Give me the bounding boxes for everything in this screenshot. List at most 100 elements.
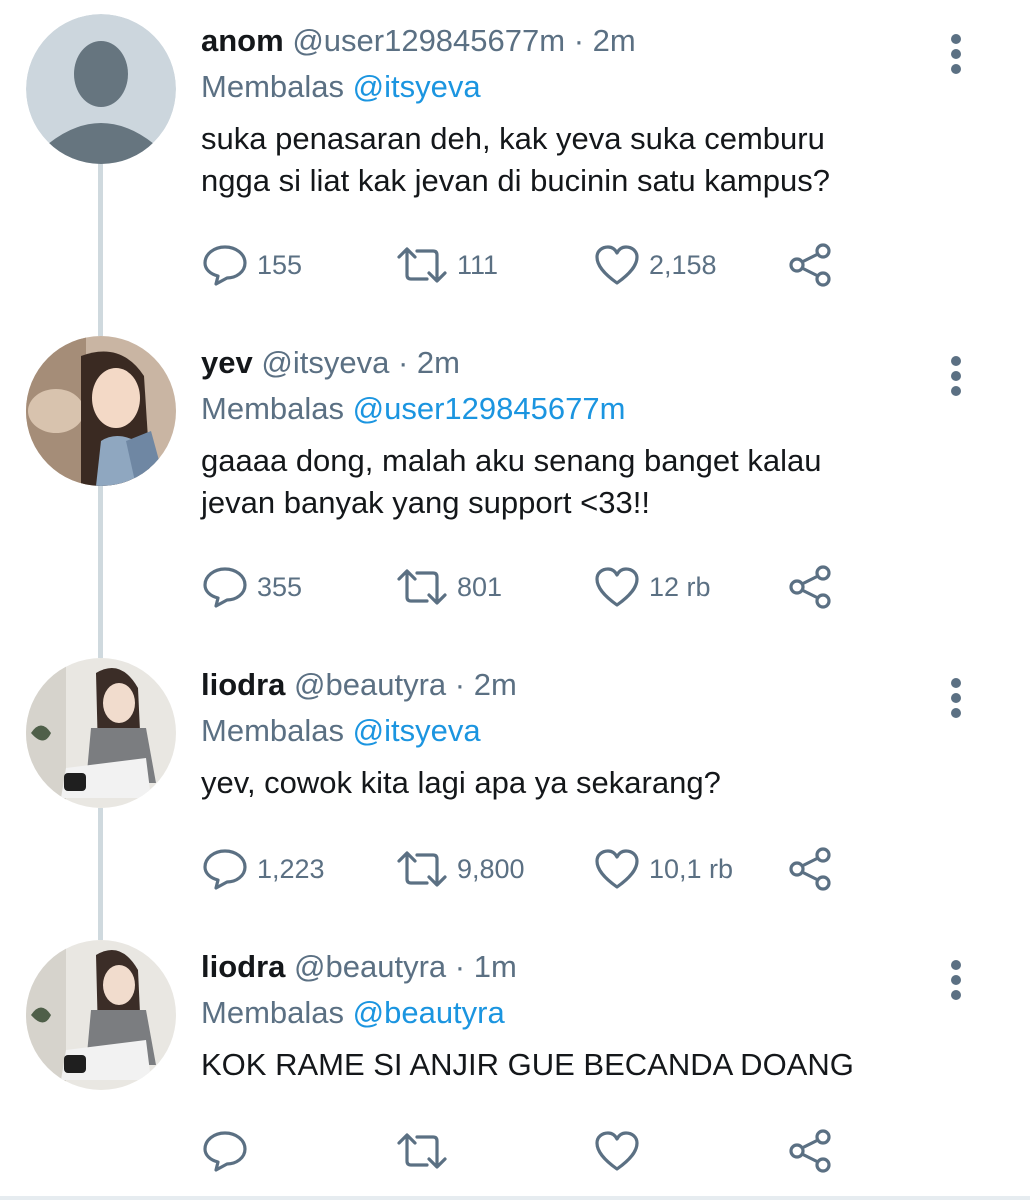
like-count: 12 rb (649, 571, 711, 602)
tweet[interactable]: anom @user129845677m · 2m Membalas @itsy… (0, 14, 1030, 324)
avatar[interactable] (26, 940, 176, 1090)
reply-count: 1,223 (257, 853, 325, 884)
tweet[interactable]: liodra @beautyra · 2m Membalas @itsyeva … (0, 658, 1030, 928)
user-handle[interactable]: @beautyra (294, 667, 446, 702)
retweet-button[interactable]: 801 (395, 562, 502, 612)
avatar[interactable] (26, 658, 176, 808)
replying-to-handle[interactable]: @user129845677m (353, 391, 626, 426)
heart-icon (595, 1131, 639, 1171)
tweet-header: liodra @beautyra · 2m (201, 662, 970, 708)
avatar-default-profile-icon[interactable] (26, 14, 176, 164)
share-icon (789, 1129, 831, 1173)
tweet-text-line: ngga si liat kak jevan di bucinin satu k… (201, 163, 830, 198)
timestamp[interactable]: 2m (474, 667, 517, 702)
user-handle[interactable]: @itsyeva (261, 345, 389, 380)
replying-to-label: Membalas (201, 995, 344, 1030)
replying-to: Membalas @itsyeva (201, 64, 970, 110)
retweet-icon (397, 247, 447, 283)
retweet-button[interactable] (395, 1126, 457, 1176)
tweet-header: anom @user129845677m · 2m (201, 18, 970, 64)
like-button[interactable]: 12 rb (593, 562, 711, 612)
profile-photo (26, 658, 176, 808)
replying-to-handle[interactable]: @itsyeva (353, 713, 481, 748)
reply-button[interactable]: 355 (201, 562, 302, 612)
tweet-text-line: KOK RAME SI ANJIR GUE BECANDA DOANG (201, 1047, 854, 1082)
reply-thread: anom @user129845677m · 2m Membalas @itsy… (0, 0, 1030, 1200)
timestamp[interactable]: 2m (593, 23, 636, 58)
display-name[interactable]: liodra (201, 949, 285, 984)
replying-to-handle[interactable]: @beautyra (353, 995, 505, 1030)
default-profile-icon (26, 14, 176, 164)
display-name[interactable]: yev (201, 345, 253, 380)
replying-to-handle[interactable]: @itsyeva (353, 69, 481, 104)
avatar[interactable] (26, 336, 176, 486)
tweet-actions: 155 111 2,158 (201, 240, 881, 290)
share-button[interactable] (787, 1126, 835, 1176)
more-vertical-icon[interactable] (944, 34, 968, 74)
retweet-icon (397, 569, 447, 605)
separator-dot: · (454, 667, 466, 702)
display-name[interactable]: liodra (201, 667, 285, 702)
reply-bubble-icon (203, 245, 247, 286)
replying-to: Membalas @beautyra (201, 990, 970, 1036)
replying-to-label: Membalas (201, 69, 344, 104)
display-name[interactable]: anom (201, 23, 284, 58)
separator-dot: · (454, 949, 466, 984)
separator-dot: · (397, 345, 409, 380)
tweet-text-line: yev, cowok kita lagi apa ya sekarang? (201, 765, 721, 800)
like-button[interactable]: 2,158 (593, 240, 717, 290)
timestamp[interactable]: 1m (474, 949, 517, 984)
profile-photo (26, 336, 176, 486)
timestamp[interactable]: 2m (417, 345, 460, 380)
share-button[interactable] (787, 562, 835, 612)
tweet-actions: 1,223 9,800 10,1 rb (201, 844, 881, 894)
reply-count: 155 (257, 249, 303, 280)
share-icon (789, 847, 831, 891)
retweet-count: 111 (457, 249, 499, 280)
tweet-text-line: jevan banyak yang support <33!! (201, 485, 650, 520)
tweet-text: yev, cowok kita lagi apa ya sekarang? (201, 762, 970, 804)
more-vertical-icon[interactable] (944, 678, 968, 718)
like-button[interactable]: 10,1 rb (593, 844, 733, 894)
reply-count: 355 (257, 571, 303, 602)
tweet-content: anom @user129845677m · 2m Membalas @itsy… (201, 18, 970, 202)
tweet[interactable]: liodra @beautyra · 1m Membalas @beautyra… (0, 940, 1030, 1190)
more-vertical-icon[interactable] (944, 960, 968, 1000)
tweet-text-line: gaaaa dong, malah aku senang banget kala… (201, 443, 822, 478)
retweet-count: 801 (457, 571, 503, 602)
retweet-button[interactable]: 9,800 (395, 844, 525, 894)
profile-photo (26, 940, 176, 1090)
tweet-text: suka penasaran deh, kak yeva suka cembur… (201, 118, 970, 202)
retweet-button[interactable]: 111 (395, 240, 498, 290)
reply-button[interactable]: 155 (201, 240, 302, 290)
replying-to-label: Membalas (201, 713, 344, 748)
more-vertical-icon[interactable] (944, 356, 968, 396)
user-handle[interactable]: @user129845677m (292, 23, 565, 58)
like-button[interactable] (593, 1126, 649, 1176)
tweet-content: liodra @beautyra · 1m Membalas @beautyra… (201, 944, 970, 1086)
reply-bubble-icon (203, 849, 247, 890)
share-button[interactable] (787, 844, 835, 894)
reply-button[interactable] (201, 1126, 257, 1176)
share-button[interactable] (787, 240, 835, 290)
tweet-header: liodra @beautyra · 1m (201, 944, 970, 990)
retweet-icon (397, 1133, 447, 1169)
replying-to: Membalas @user129845677m (201, 386, 970, 432)
tweet-text: gaaaa dong, malah aku senang banget kala… (201, 440, 970, 524)
replying-to: Membalas @itsyeva (201, 708, 970, 754)
share-icon (789, 565, 831, 609)
heart-icon (595, 567, 639, 607)
tweet-header: yev @itsyeva · 2m (201, 340, 970, 386)
tweet[interactable]: yev @itsyeva · 2m Membalas @user12984567… (0, 336, 1030, 646)
tweet-text-line: suka penasaran deh, kak yeva suka cembur… (201, 121, 825, 156)
reply-bubble-icon (203, 1131, 247, 1172)
retweet-icon (397, 851, 447, 887)
reply-button[interactable]: 1,223 (201, 844, 325, 894)
tweet-content: yev @itsyeva · 2m Membalas @user12984567… (201, 340, 970, 524)
tweet-content: liodra @beautyra · 2m Membalas @itsyeva … (201, 662, 970, 804)
heart-icon (595, 849, 639, 889)
like-count: 2,158 (649, 249, 717, 280)
user-handle[interactable]: @beautyra (294, 949, 446, 984)
reply-bubble-icon (203, 567, 247, 608)
tweet-actions: 355 801 12 rb (201, 562, 881, 612)
